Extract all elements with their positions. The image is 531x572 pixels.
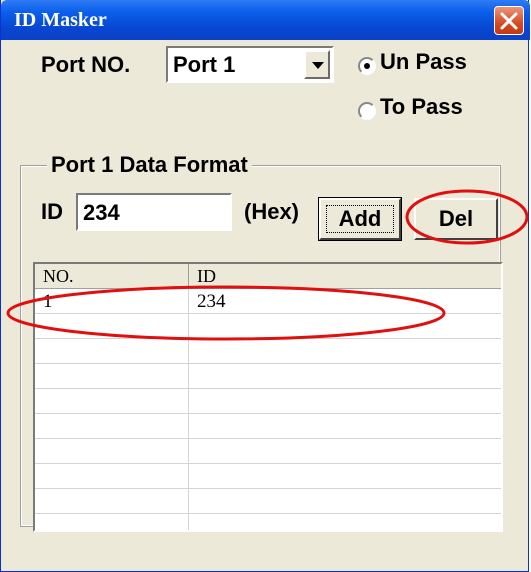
table-row-empty xyxy=(35,440,501,464)
port-select[interactable]: Port 1 xyxy=(166,46,334,83)
port-select-value: Port 1 xyxy=(173,52,236,77)
table-row-empty xyxy=(35,415,501,439)
id-label: ID xyxy=(41,199,63,224)
cell-id: 234 xyxy=(197,291,226,312)
table-row-empty xyxy=(35,515,501,530)
del-button[interactable]: Del xyxy=(414,198,498,240)
close-icon xyxy=(500,12,518,30)
hex-label: (Hex) xyxy=(244,199,300,224)
table-row[interactable]: 1 234 xyxy=(35,290,501,314)
radio-un-pass[interactable] xyxy=(358,57,376,75)
focus-rect xyxy=(326,205,394,233)
port-label: Port NO. xyxy=(41,52,131,77)
group-label: Port 1 Data Format xyxy=(47,152,252,178)
id-list[interactable]: NO. ID 1 234 xyxy=(33,262,503,532)
list-header: NO. ID xyxy=(35,264,501,289)
table-row-empty xyxy=(35,340,501,364)
chevron-down-icon xyxy=(312,62,324,69)
table-row-empty xyxy=(35,490,501,514)
title-bar[interactable]: ID Masker xyxy=(1,0,530,40)
radio-to-pass-label: To Pass xyxy=(380,94,463,119)
column-header-no[interactable]: NO. xyxy=(35,264,189,288)
radio-un-pass-label: Un Pass xyxy=(380,49,467,74)
window-title: ID Masker xyxy=(14,9,107,31)
id-input-value: 234 xyxy=(83,200,120,225)
add-button[interactable]: Add xyxy=(318,197,402,241)
port-dropdown-button[interactable] xyxy=(304,50,330,79)
table-row-empty xyxy=(35,315,501,339)
del-button-label: Del xyxy=(438,206,474,231)
radio-to-pass[interactable] xyxy=(358,102,376,120)
column-header-id[interactable]: ID xyxy=(189,264,501,288)
cell-no: 1 xyxy=(43,291,53,312)
table-row-empty xyxy=(35,390,501,414)
table-row-empty xyxy=(35,465,501,489)
radio-selected-dot xyxy=(364,63,370,69)
close-button[interactable] xyxy=(494,6,524,35)
table-row-empty xyxy=(35,365,501,389)
id-input[interactable]: 234 xyxy=(76,193,232,231)
